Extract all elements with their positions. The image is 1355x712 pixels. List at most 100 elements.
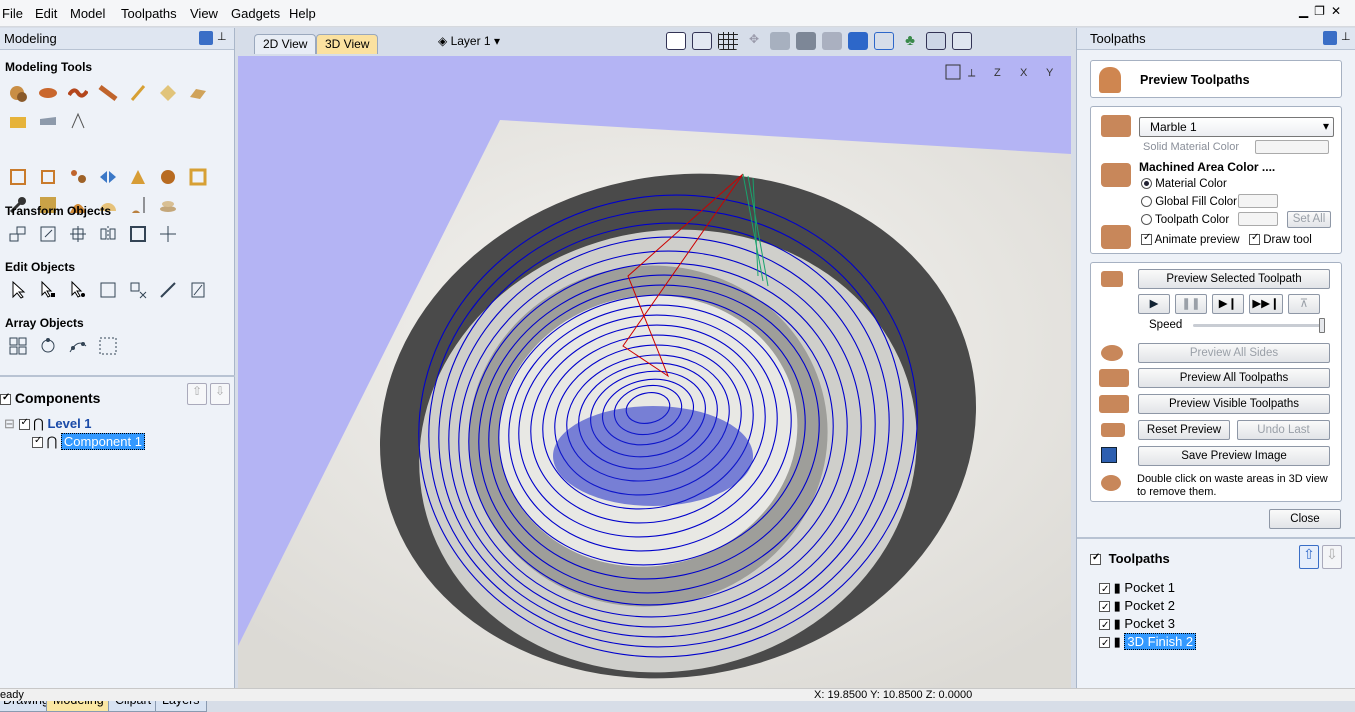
toolpath-color-radio[interactable] bbox=[1141, 214, 1152, 226]
preview-all-toolpaths-button[interactable]: Preview All Toolpaths bbox=[1138, 368, 1330, 388]
grid-icon[interactable] bbox=[718, 32, 738, 50]
iso-view-icon[interactable]: ⟂ bbox=[968, 67, 976, 79]
toolpath-item[interactable]: ▮ Pocket 2 bbox=[1099, 597, 1196, 617]
grid-array-icon[interactable] bbox=[6, 335, 30, 357]
panel-dock-icon[interactable] bbox=[1323, 31, 1337, 45]
solid-material-color-picker[interactable] bbox=[1255, 140, 1329, 154]
toolpath-color-picker[interactable] bbox=[1238, 212, 1278, 226]
merge-icon[interactable] bbox=[36, 110, 60, 132]
node-edit-icon[interactable] bbox=[36, 279, 60, 301]
material-select[interactable]: Marble 1 ▾ bbox=[1139, 117, 1334, 137]
shape-editor-icon[interactable] bbox=[156, 82, 180, 104]
toolpath-checkbox[interactable] bbox=[1099, 635, 1110, 653]
component-label[interactable]: Component 1 bbox=[60, 433, 145, 450]
global-fill-color-picker[interactable] bbox=[1238, 194, 1278, 208]
front-view-icon[interactable]: X bbox=[1020, 67, 1028, 79]
toolpath-checkbox[interactable] bbox=[1099, 617, 1110, 635]
slice-icon[interactable] bbox=[156, 194, 180, 216]
components-checkbox[interactable] bbox=[0, 392, 11, 405]
menu-toolpaths[interactable]: Toolpaths bbox=[121, 6, 177, 21]
side-view-icon[interactable] bbox=[952, 32, 972, 50]
pause-button[interactable]: ❚❚ bbox=[1175, 294, 1207, 314]
render-icon[interactable]: ♣ bbox=[900, 32, 920, 50]
restore-icon[interactable]: ❐ bbox=[1314, 4, 1331, 18]
dome-icon[interactable] bbox=[156, 166, 180, 188]
draw-tool-option[interactable]: Draw tool bbox=[1249, 232, 1312, 246]
layer-selector[interactable]: ◈ Layer 1 ▾ bbox=[438, 34, 500, 48]
toolpath-label[interactable]: Pocket 3 bbox=[1124, 616, 1175, 631]
mirror-objects-icon[interactable] bbox=[96, 223, 120, 245]
toolpath-label-selected[interactable]: 3D Finish 2 bbox=[1124, 633, 1197, 650]
3d-scene[interactable]: ⟂ Z X Y bbox=[238, 56, 1071, 688]
side-view-y-icon[interactable]: Y bbox=[1046, 67, 1054, 79]
flat-plane-icon[interactable] bbox=[186, 82, 210, 104]
group-icon[interactable] bbox=[96, 279, 120, 301]
center-icon[interactable] bbox=[156, 223, 180, 245]
toolpath-color-option[interactable]: Toolpath Color bbox=[1141, 214, 1229, 226]
material-color-radio[interactable] bbox=[1141, 178, 1152, 190]
toolpath-item[interactable]: ▮ Pocket 3 bbox=[1099, 615, 1196, 635]
close-window-icon[interactable]: ✕ bbox=[1331, 4, 1347, 18]
animate-preview-checkbox[interactable] bbox=[1141, 232, 1152, 246]
sphere-tool-icon[interactable] bbox=[6, 82, 30, 104]
scatter-icon[interactable] bbox=[66, 166, 90, 188]
tab-3d-view[interactable]: 3D View bbox=[316, 34, 379, 54]
copy-along-curve-icon[interactable] bbox=[66, 335, 90, 357]
reset-preview-button[interactable]: Reset Preview bbox=[1138, 420, 1230, 440]
ungroup-icon[interactable] bbox=[126, 279, 150, 301]
move-icon[interactable] bbox=[6, 223, 30, 245]
tab-2d-view[interactable]: 2D View bbox=[254, 34, 317, 54]
undo-last-button[interactable]: Undo Last bbox=[1237, 420, 1330, 440]
pin-icon[interactable]: ⊥ bbox=[217, 30, 227, 43]
mirror-icon[interactable] bbox=[96, 166, 120, 188]
distort-icon[interactable] bbox=[66, 110, 90, 132]
menu-file[interactable]: File bbox=[2, 6, 23, 21]
preview-visible-toolpaths-button[interactable]: Preview Visible Toolpaths bbox=[1138, 394, 1330, 414]
fit-view-icon[interactable] bbox=[945, 64, 961, 80]
hatch-icon[interactable] bbox=[186, 279, 210, 301]
menu-help[interactable]: Help bbox=[289, 6, 316, 21]
tree-component-row[interactable]: ⋂ Component 1 bbox=[32, 433, 145, 450]
top-view-icon[interactable]: Z bbox=[994, 67, 1001, 79]
move-down-icon[interactable]: ⇩ bbox=[210, 383, 230, 405]
step-button[interactable]: ▶❙ bbox=[1212, 294, 1244, 314]
hide-toolpath-icon[interactable] bbox=[874, 32, 894, 50]
toolpath-checkbox[interactable] bbox=[1099, 581, 1110, 599]
close-button[interactable]: Close bbox=[1269, 509, 1341, 529]
toolpath-item[interactable]: ▮ 3D Finish 2 bbox=[1099, 633, 1197, 653]
pan-icon[interactable]: ✥ bbox=[744, 32, 764, 50]
toolpath-label[interactable]: Pocket 2 bbox=[1124, 598, 1175, 613]
menu-gadgets[interactable]: Gadgets bbox=[231, 6, 280, 21]
sweep-tool-icon[interactable] bbox=[66, 82, 90, 104]
zoom-in-icon[interactable] bbox=[796, 32, 816, 50]
toolpath-checkbox[interactable] bbox=[1099, 599, 1110, 617]
global-fill-color-option[interactable]: Global Fill Color bbox=[1141, 196, 1237, 208]
extrude-tool-icon[interactable] bbox=[36, 82, 60, 104]
menu-view[interactable]: View bbox=[190, 6, 218, 21]
minimize-icon[interactable]: ▁ bbox=[1299, 4, 1314, 18]
set-all-button[interactable]: Set All bbox=[1287, 211, 1331, 228]
move-up-icon[interactable]: ⇧ bbox=[187, 383, 207, 405]
preview-all-sides-button[interactable]: Preview All Sides bbox=[1138, 343, 1330, 363]
draw-tool-checkbox[interactable] bbox=[1249, 232, 1260, 246]
preview-selected-toolpath-button[interactable]: Preview Selected Toolpath bbox=[1138, 269, 1330, 289]
measure-icon[interactable] bbox=[156, 279, 180, 301]
global-fill-color-radio[interactable] bbox=[1141, 196, 1152, 208]
zoom-extents-icon[interactable] bbox=[666, 32, 686, 50]
dock-icon[interactable] bbox=[199, 31, 213, 45]
fast-forward-button[interactable]: ▶▶❙ bbox=[1249, 294, 1283, 314]
speed-slider[interactable] bbox=[1193, 318, 1325, 333]
align-icon[interactable] bbox=[66, 223, 90, 245]
show-toolpath-icon[interactable] bbox=[848, 32, 868, 50]
level-label[interactable]: Level 1 bbox=[47, 416, 91, 431]
sculpt-tool-icon[interactable] bbox=[126, 82, 150, 104]
face-icon[interactable] bbox=[36, 166, 60, 188]
menu-edit[interactable]: Edit bbox=[35, 6, 57, 21]
panel-pin-icon[interactable]: ⊥ bbox=[1341, 30, 1351, 43]
transform-select-icon[interactable] bbox=[66, 279, 90, 301]
speed-slider-thumb[interactable] bbox=[1319, 318, 1325, 333]
to-top-button[interactable]: ⊼ bbox=[1288, 294, 1320, 314]
toolpath-item[interactable]: ▮ Pocket 1 bbox=[1099, 579, 1196, 599]
select-icon[interactable] bbox=[6, 279, 30, 301]
toolpath-up-icon[interactable]: ⇧ bbox=[1299, 545, 1319, 569]
